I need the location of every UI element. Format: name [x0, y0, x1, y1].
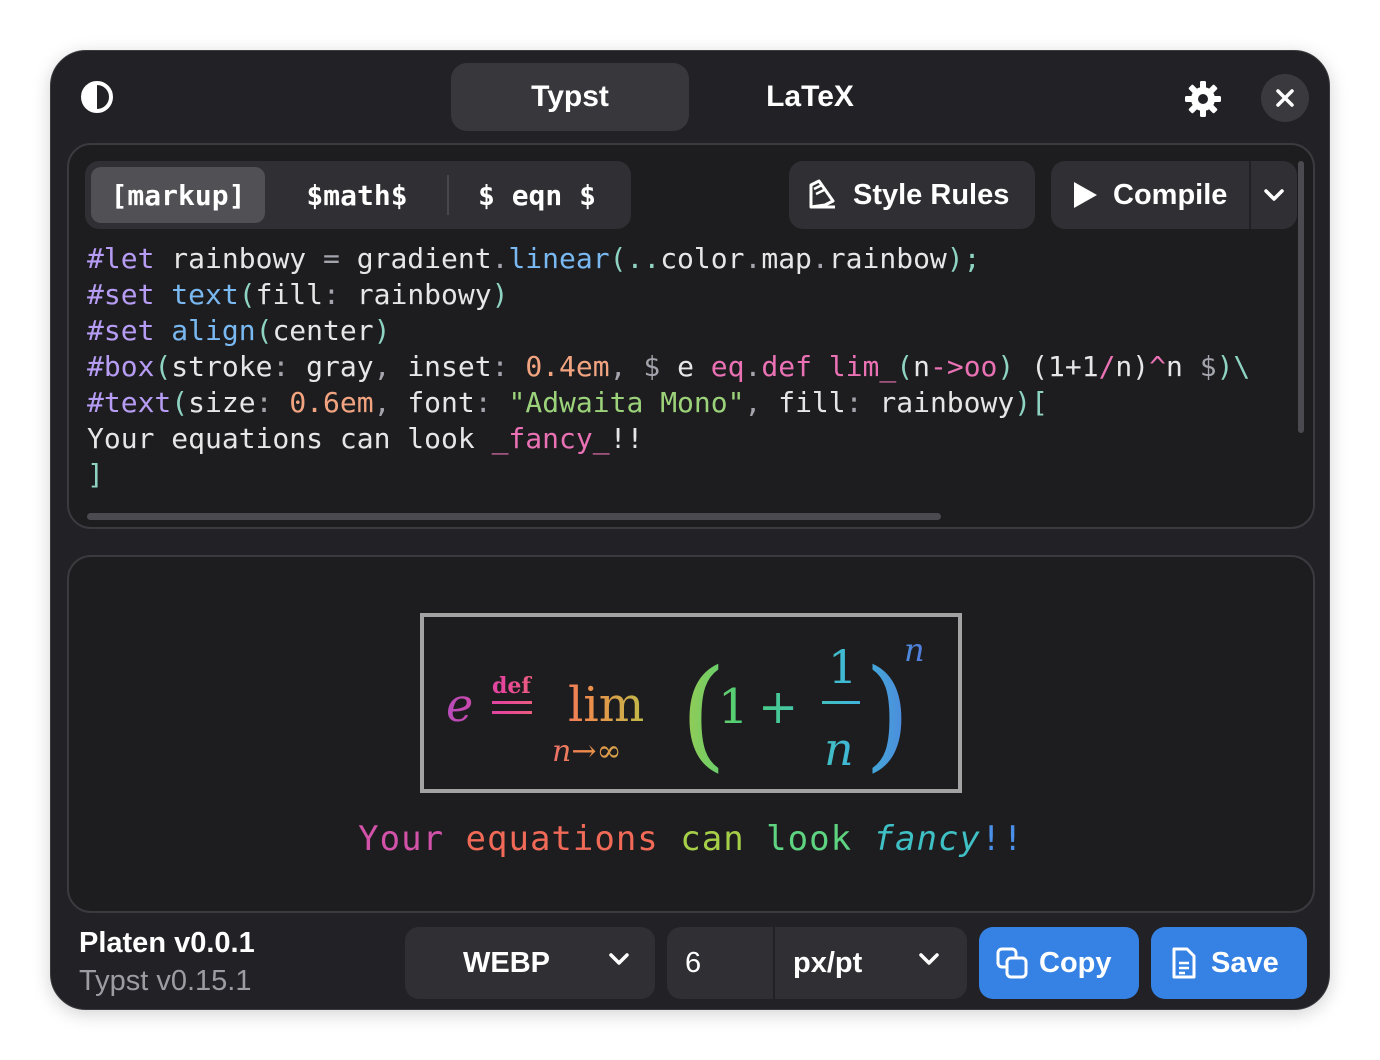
- chevron-down-icon: [609, 953, 629, 965]
- code-line: #box(stroke: gray, inset: 0.4em, $ e eq.…: [87, 350, 1251, 383]
- mode-math-button[interactable]: $math$: [267, 167, 447, 223]
- format-value: WEBP: [463, 947, 550, 979]
- chevron-down-icon: [919, 953, 939, 965]
- code-editor-panel: [markup] $math$ $ eqn $ Style Rules Comp…: [67, 143, 1315, 529]
- style-rules-button[interactable]: Style Rules: [789, 161, 1035, 229]
- engine-tabs: Typst LaTeX: [451, 63, 931, 131]
- code-line: #set text(fill: rainbowy): [87, 278, 509, 311]
- format-dropdown[interactable]: WEBP: [405, 927, 655, 999]
- typst-version-label: Typst v0.15.1: [79, 965, 252, 997]
- horizontal-scrollbar[interactable]: [87, 513, 941, 520]
- gear-icon: [1185, 81, 1221, 117]
- unit-dropdown[interactable]: px/pt: [775, 927, 967, 999]
- tab-typst[interactable]: Typst: [451, 63, 689, 131]
- compile-button[interactable]: Compile: [1051, 161, 1249, 229]
- rendered-fancy-text: Your equations can look fancy!!: [69, 819, 1313, 859]
- insert-mode-group: [markup] $math$ $ eqn $: [85, 161, 631, 229]
- save-button[interactable]: Save: [1151, 927, 1307, 999]
- compile-options-button[interactable]: [1251, 161, 1297, 229]
- scale-input[interactable]: 6: [667, 927, 773, 999]
- rendered-equation: e def lim n→∞ ( 1 + 1 n ) n: [446, 631, 925, 784]
- code-line: #let rainbowy = gradient.linear(..color.…: [87, 242, 981, 275]
- save-file-icon: [1172, 947, 1196, 979]
- code-text-area[interactable]: #let rainbowy = gradient.linear(..color.…: [87, 241, 1250, 493]
- app-name-label: Platen v0.0.1: [79, 927, 255, 959]
- close-button[interactable]: [1261, 74, 1309, 122]
- app-window: Typst LaTeX [markup] $math$ $ eqn $ Styl…: [50, 50, 1330, 1010]
- compile-label: Compile: [1113, 178, 1228, 211]
- formula-one: 1: [718, 679, 749, 735]
- fancy-exclamation: !!: [980, 819, 1024, 859]
- fancy-word: Your: [358, 819, 445, 859]
- formula-lim-subscript: n→∞: [552, 734, 621, 769]
- play-icon: [1074, 182, 1097, 208]
- compile-split-button: Compile: [1051, 161, 1297, 229]
- formula-numerator: 1: [828, 640, 857, 694]
- formula-fraction-bar: [822, 701, 860, 704]
- copy-button[interactable]: Copy: [979, 927, 1139, 999]
- formula-exponent: n: [904, 631, 925, 669]
- formula-plus: +: [758, 679, 798, 735]
- code-line: ]: [87, 458, 104, 491]
- style-rules-icon: [809, 179, 835, 209]
- chevron-down-icon: [1264, 189, 1284, 201]
- contrast-icon: [81, 81, 113, 113]
- copy-label: Copy: [1039, 946, 1112, 979]
- mode-equation-button[interactable]: $ eqn $: [449, 167, 625, 223]
- mode-markup-button[interactable]: [markup]: [91, 167, 265, 223]
- formula-eq-bar-top: [492, 701, 532, 704]
- preview-panel: e def lim n→∞ ( 1 + 1 n ) n Your equatio…: [67, 555, 1315, 913]
- settings-button[interactable]: [1181, 77, 1225, 121]
- vertical-scrollbar[interactable]: [1298, 161, 1304, 433]
- theme-toggle-button[interactable]: [79, 79, 115, 115]
- rendered-equation-box: e def lim n→∞ ( 1 + 1 n ) n: [420, 613, 962, 793]
- code-line: #text(size: 0.6em, font: "Adwaita Mono",…: [87, 386, 1048, 419]
- formula-eq-bar-bottom: [492, 711, 532, 714]
- tab-latex[interactable]: LaTeX: [691, 63, 929, 131]
- style-rules-label: Style Rules: [853, 178, 1010, 211]
- code-line: #set align(center): [87, 314, 391, 347]
- copy-icon: [996, 947, 1028, 979]
- close-icon: [1276, 89, 1294, 107]
- save-label: Save: [1211, 946, 1279, 979]
- formula-lim: lim: [568, 677, 644, 733]
- fancy-word: can: [680, 819, 745, 859]
- fancy-word: look: [766, 819, 853, 859]
- formula-denominator: n: [824, 722, 854, 776]
- formula-e: e: [446, 678, 473, 732]
- fancy-word-italic: fancy: [873, 819, 981, 859]
- fancy-word: equations: [465, 819, 659, 859]
- code-line: Your equations can look _fancy_!!: [87, 422, 644, 455]
- formula-def: def: [492, 673, 532, 699]
- unit-value: px/pt: [793, 947, 863, 979]
